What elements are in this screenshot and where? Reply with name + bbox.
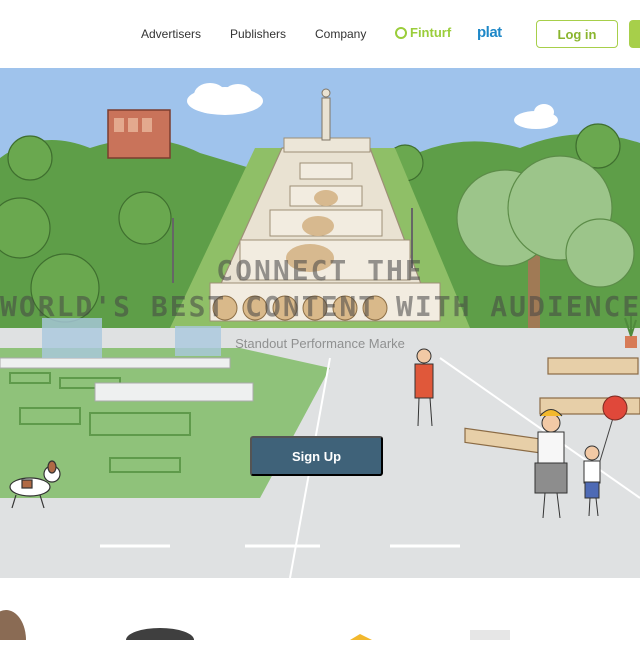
below-fold-section bbox=[0, 578, 640, 645]
login-button[interactable]: Log in bbox=[536, 20, 618, 48]
nav-link-company[interactable]: Company bbox=[315, 27, 366, 41]
plat-link[interactable]: plat bbox=[477, 24, 502, 41]
below-illustration bbox=[0, 610, 510, 645]
signup-button[interactable]: Sign Up bbox=[250, 436, 383, 476]
hero-section: CONNECT THE WORLD'S BEST CONTENT WITH AU… bbox=[0, 68, 640, 578]
hero-illustration bbox=[0, 68, 640, 578]
nav-link-advertisers[interactable]: Advertisers bbox=[141, 27, 201, 41]
nav-link-publishers[interactable]: Publishers bbox=[230, 27, 286, 41]
top-navigation: Advertisers Publishers Company Finturf p… bbox=[0, 0, 640, 69]
finturf-link[interactable]: Finturf bbox=[395, 25, 451, 40]
finturf-logo-icon bbox=[395, 26, 407, 39]
hero-title-line1: CONNECT THE bbox=[216, 254, 424, 287]
finturf-label: Finturf bbox=[410, 25, 452, 40]
hero-subtitle: Standout Performance Marke bbox=[235, 336, 405, 351]
header-signup-button[interactable] bbox=[629, 20, 640, 48]
plat-label: plat bbox=[477, 24, 502, 41]
hero-title-line2: WORLD'S BEST CONTENT WITH AUDIENCE bbox=[0, 290, 640, 323]
